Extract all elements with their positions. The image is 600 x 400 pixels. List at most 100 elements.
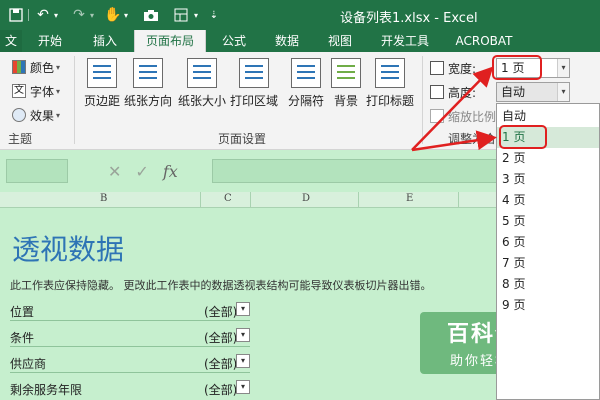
undo-icon[interactable]: ↶: [34, 6, 52, 24]
effects-button[interactable]: 效果 ▾: [12, 106, 60, 124]
fit-group-label: 调整为合: [448, 132, 497, 146]
chevron-down-icon: ▾: [56, 62, 61, 72]
chevron-down-icon[interactable]: ▾: [557, 59, 569, 77]
tab-acrobat[interactable]: ACROBAT: [448, 30, 520, 52]
print-area-icon: [239, 58, 269, 88]
sheet-note: 此工作表应保持隐藏。 更改此工作表中的数据透视表结构可能导致仪表板切片器出错。: [10, 279, 432, 292]
column-header-c[interactable]: C: [224, 193, 232, 204]
group-separator: [74, 56, 75, 144]
sheet-title: 透视数据: [12, 233, 125, 266]
filter-row: 条件 (全部) ▾: [0, 326, 260, 348]
name-box[interactable]: [6, 159, 68, 183]
toolbar-separator: [28, 9, 29, 21]
height-label-row: 高度:: [430, 82, 476, 102]
effects-icon: [12, 108, 26, 122]
column-separator: [358, 192, 359, 208]
filter-label: 位置: [10, 305, 35, 319]
width-label-row: 宽度:: [430, 58, 476, 78]
layout-dropdown-icon[interactable]: ▾: [192, 6, 200, 24]
theme-group-label: 主题: [8, 132, 33, 146]
dropdown-item-7-pages[interactable]: 7 页: [497, 253, 599, 274]
scale-row: 缩放比例: [430, 106, 496, 126]
tab-file[interactable]: 文件: [0, 30, 22, 70]
height-icon: [430, 85, 444, 99]
filter-row: 剩余服务年限 (全部) ▾: [0, 378, 260, 400]
column-separator: [200, 192, 201, 208]
size-button[interactable]: 纸张大小: [178, 58, 226, 109]
filter-value: (全部): [204, 383, 238, 397]
tab-home[interactable]: 开始: [24, 30, 76, 52]
orientation-icon: [133, 58, 163, 88]
filter-dropdown-icon[interactable]: ▾: [236, 328, 250, 342]
ribbon-tabs: 文件 开始 插入 页面布局 公式 数据 视图 开发工具 ACROBAT: [0, 30, 600, 70]
redo-icon[interactable]: ↷: [70, 6, 88, 24]
dropdown-item-9-pages[interactable]: 9 页: [497, 295, 599, 316]
filter-label: 供应商: [10, 357, 47, 371]
width-highlight: [492, 55, 542, 80]
chevron-down-icon[interactable]: ▾: [557, 83, 569, 101]
background-icon: [331, 58, 361, 88]
dropdown-item-3-pages[interactable]: 3 页: [497, 169, 599, 190]
dropdown-item-5-pages[interactable]: 5 页: [497, 211, 599, 232]
print-titles-icon: [375, 58, 405, 88]
customize-toolbar-icon[interactable]: ⇣: [208, 6, 220, 24]
filter-dropdown-icon[interactable]: ▾: [236, 380, 250, 394]
confirm-icon[interactable]: ✓: [135, 162, 148, 181]
column-header-b[interactable]: B: [100, 193, 107, 204]
breaks-icon: [291, 58, 321, 88]
touch-dropdown-icon[interactable]: ▾: [122, 6, 130, 24]
column-separator: [250, 192, 251, 208]
redo-dropdown-icon[interactable]: ▾: [88, 6, 96, 24]
undo-dropdown-icon[interactable]: ▾: [52, 6, 60, 24]
item-highlight: [499, 125, 547, 149]
formula-buttons: ✕ ✓ fx: [96, 159, 206, 183]
touch-mode-icon[interactable]: ✋: [104, 6, 122, 24]
height-select[interactable]: 自动 ▾: [496, 82, 570, 102]
fonts-button[interactable]: 文 字体 ▾: [12, 82, 60, 100]
fonts-icon: 文: [12, 84, 26, 98]
insert-function-icon[interactable]: fx: [163, 162, 178, 181]
tab-page-layout[interactable]: 页面布局: [134, 30, 206, 52]
tab-formulas[interactable]: 公式: [210, 30, 258, 52]
save-icon[interactable]: [8, 6, 24, 24]
group-separator: [422, 56, 423, 144]
print-titles-button[interactable]: 打印标题: [366, 58, 414, 109]
filter-label: 条件: [10, 331, 35, 345]
tab-developer[interactable]: 开发工具: [370, 30, 440, 52]
print-area-button[interactable]: 打印区域: [230, 58, 278, 109]
tab-data[interactable]: 数据: [262, 30, 312, 52]
colors-button[interactable]: 颜色 ▾: [12, 58, 60, 76]
column-header-d[interactable]: D: [302, 193, 310, 204]
chevron-down-icon: ▾: [56, 86, 61, 96]
column-header-e[interactable]: E: [406, 193, 413, 204]
page-setup-group-label: 页面设置: [218, 132, 267, 146]
dropdown-item-4-pages[interactable]: 4 页: [497, 190, 599, 211]
dropdown-item-8-pages[interactable]: 8 页: [497, 274, 599, 295]
dropdown-item-auto[interactable]: 自动: [497, 106, 599, 127]
margins-button[interactable]: 页边距: [78, 58, 126, 109]
camera-icon[interactable]: [142, 6, 160, 24]
layout-icon[interactable]: [172, 6, 190, 24]
width-icon: [430, 61, 444, 75]
size-icon: [187, 58, 217, 88]
background-button[interactable]: 背景: [322, 58, 370, 109]
margins-icon: [87, 58, 117, 88]
tab-insert[interactable]: 插入: [80, 30, 130, 52]
filter-dropdown-icon[interactable]: ▾: [236, 354, 250, 368]
chevron-down-icon: ▾: [56, 110, 61, 120]
filter-row: 供应商 (全部) ▾: [0, 352, 260, 374]
dropdown-item-6-pages[interactable]: 6 页: [497, 232, 599, 253]
filter-row: 位置 (全部) ▾: [0, 300, 260, 322]
orientation-button[interactable]: 纸张方向: [124, 58, 172, 109]
cancel-icon[interactable]: ✕: [108, 162, 121, 181]
filter-value: (全部): [204, 331, 238, 345]
filter-dropdown-icon[interactable]: ▾: [236, 302, 250, 316]
title-bar: ↶ ▾ ↷ ▾ ✋ ▾ ▾ ⇣ 设备列表1.xlsx - Excel: [0, 0, 600, 30]
window-title: 设备列表1.xlsx - Excel: [340, 11, 478, 26]
divider: [10, 346, 250, 347]
filter-value: (全部): [204, 357, 238, 371]
colors-icon: [12, 60, 26, 74]
divider: [10, 372, 250, 373]
dropdown-item-2-pages[interactable]: 2 页: [497, 148, 599, 169]
tab-view[interactable]: 视图: [314, 30, 366, 52]
